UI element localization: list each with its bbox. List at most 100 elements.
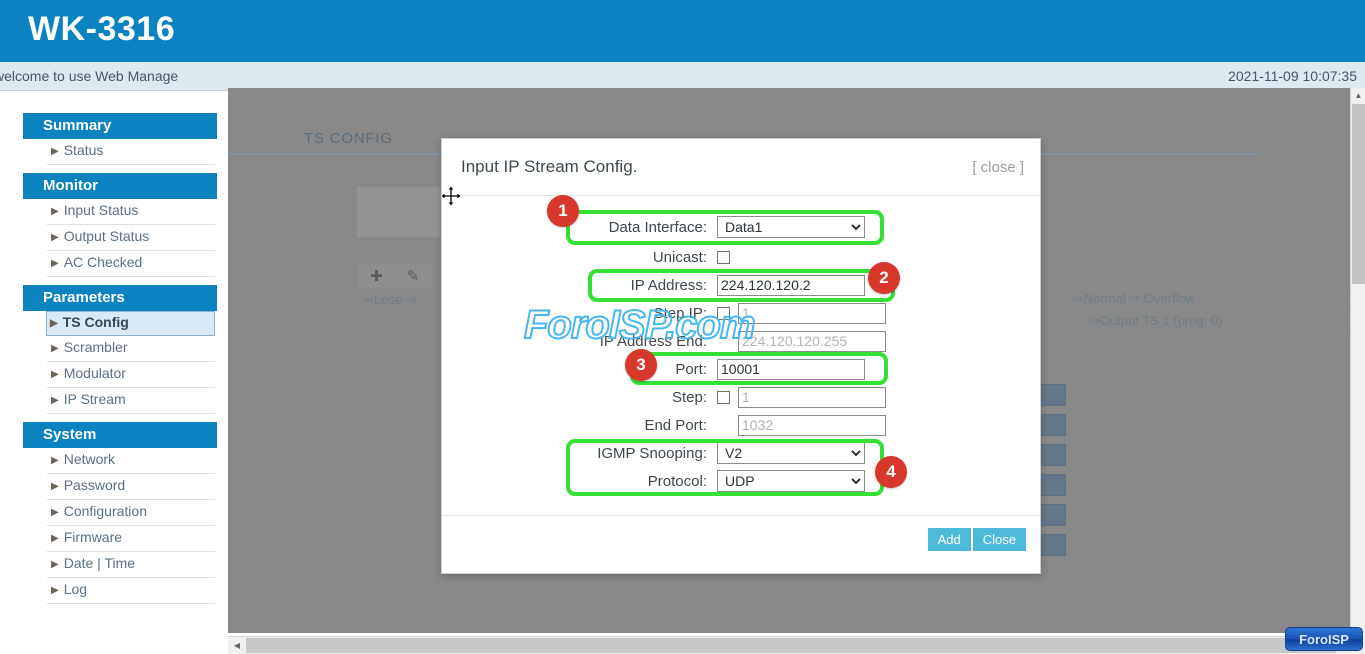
sidebar-item-modulator[interactable]: ▶ Modulator bbox=[47, 362, 215, 388]
ip-address-end-label: IP Address End: bbox=[442, 333, 717, 350]
add-icon[interactable]: ✚ bbox=[358, 264, 395, 288]
sidebar-item-label: Input Status bbox=[64, 202, 139, 218]
caret-right-icon: ▶ bbox=[51, 392, 59, 409]
output-ts-tree-item[interactable]: ⇒Output TS 1 (prog: 0) bbox=[1066, 310, 1349, 334]
sidebar-group-monitor: Monitor bbox=[23, 173, 217, 199]
unicast-label: Unicast: bbox=[442, 249, 717, 266]
sidebar-item-label: Network bbox=[64, 451, 115, 467]
sidebar-item-password[interactable]: ▶ Password bbox=[47, 474, 215, 500]
sidebar-item-label: Password bbox=[64, 477, 125, 493]
input-ip-stream-config-dialog: Input IP Stream Config. [ close ] Data I… bbox=[441, 138, 1041, 574]
port-label: Port: bbox=[442, 361, 717, 378]
vertical-scroll-thumb[interactable] bbox=[1352, 104, 1365, 284]
move-cursor-icon bbox=[441, 186, 461, 206]
vertical-scrollbar[interactable]: ▲ bbox=[1350, 88, 1365, 633]
sidebar-item-label: Scrambler bbox=[64, 339, 128, 355]
unicast-checkbox[interactable] bbox=[717, 251, 730, 264]
sidebar-item-configuration[interactable]: ▶ Configuration bbox=[47, 500, 215, 526]
sidebar-item-output-status[interactable]: ▶Output Status bbox=[47, 225, 215, 251]
sidebar-item-label: IP Stream bbox=[64, 391, 126, 407]
sidebar-item-status[interactable]: ▶Status bbox=[47, 139, 215, 165]
sidebar-item-firmware[interactable]: ▶Firmware bbox=[47, 526, 215, 552]
caret-right-icon: ▶ bbox=[51, 452, 59, 469]
horizontal-scroll-thumb[interactable] bbox=[246, 638, 1336, 653]
sidebar-item-label: Configuration bbox=[64, 503, 147, 519]
caret-right-icon: ▶ bbox=[51, 556, 59, 573]
dialog-body: Data Interface: Data1 Unicast: IP Addres… bbox=[442, 196, 1040, 516]
dialog-title: Input IP Stream Config. bbox=[461, 157, 637, 177]
sidebar-item-ip-stream[interactable]: ▶ IP Stream bbox=[47, 388, 215, 414]
data-interface-select[interactable]: Data1 bbox=[717, 216, 865, 238]
status-strip: welcome to use Web Manage 2021-11-09 10:… bbox=[0, 62, 1365, 91]
sidebar-group-system: System bbox=[23, 422, 217, 448]
field-row-step-ip: Step IP: bbox=[442, 300, 1040, 326]
device-model-title: WK-3316 bbox=[28, 10, 175, 49]
timestamp-label: 2021-11-09 10:07:35 bbox=[1228, 68, 1357, 84]
caret-right-icon: ▶ bbox=[51, 504, 59, 521]
horizontal-scrollbar[interactable]: ◀ bbox=[228, 636, 1350, 654]
callout-4: 4 bbox=[875, 456, 907, 488]
igmp-snooping-select[interactable]: V2 bbox=[717, 442, 865, 464]
field-row-port: Port: bbox=[442, 356, 1040, 382]
sidebar-list-system: ▶ Network ▶ Password ▶ Configuration ▶Firmw… bbox=[23, 448, 217, 604]
field-row-end-port: End Port: bbox=[442, 412, 1040, 438]
dialog-footer: Add Close bbox=[442, 515, 1040, 573]
sidebar-item-scrambler[interactable]: ▶ Scrambler bbox=[47, 336, 215, 362]
igmp-snooping-label: IGMP Snooping: bbox=[442, 445, 717, 462]
caret-right-icon: ▶ bbox=[51, 340, 59, 357]
step-ip-checkbox[interactable] bbox=[717, 307, 730, 320]
step-checkbox[interactable] bbox=[717, 391, 730, 404]
caret-right-icon: ▶ bbox=[51, 530, 59, 547]
close-button[interactable]: Close bbox=[973, 528, 1026, 551]
ip-address-label: IP Address: bbox=[442, 277, 717, 294]
table-toolbar: ✚ ✎ bbox=[358, 264, 432, 288]
caret-right-icon: ▶ bbox=[51, 203, 59, 220]
port-input[interactable] bbox=[717, 359, 865, 380]
sidebar-item-network[interactable]: ▶ Network bbox=[47, 448, 215, 474]
caret-right-icon: ▶ bbox=[51, 143, 59, 160]
caret-right-icon: ▶ bbox=[51, 478, 59, 495]
step-ip-input[interactable] bbox=[738, 303, 886, 324]
welcome-text: welcome to use Web Manage bbox=[0, 68, 178, 84]
callout-1: 1 bbox=[547, 195, 579, 227]
protocol-select[interactable]: UDP bbox=[717, 470, 865, 492]
sidebar-item-ts-config[interactable]: ▶TS Config bbox=[46, 311, 215, 336]
end-port-input[interactable] bbox=[738, 415, 886, 436]
sidebar-item-label: Date | Time bbox=[64, 555, 135, 571]
sidebar-list-parameters: ▶TS Config ▶ Scrambler ▶ Modulator ▶ IP Str… bbox=[23, 311, 217, 414]
watermark-badge: ForoISP bbox=[1285, 627, 1363, 651]
sidebar-list-summary: ▶Status bbox=[23, 139, 217, 165]
caret-right-icon: ▶ bbox=[51, 255, 59, 272]
field-row-unicast: Unicast: bbox=[442, 244, 1040, 270]
sidebar-item-label: AC Checked bbox=[64, 254, 143, 270]
field-row-igmp-snooping: IGMP Snooping: V2 bbox=[442, 440, 1040, 466]
sidebar-item-label: Log bbox=[64, 581, 87, 597]
sidebar-item-log[interactable]: ▶ Log bbox=[47, 578, 215, 604]
field-row-protocol: Protocol: UDP bbox=[442, 468, 1040, 494]
edit-pencil-icon[interactable]: ✎ bbox=[395, 264, 432, 288]
field-row-ip-address: IP Address: bbox=[442, 272, 1040, 298]
callout-3: 3 bbox=[625, 349, 657, 381]
caret-right-icon: ▶ bbox=[51, 366, 59, 383]
sidebar-item-ac-checked[interactable]: ▶ AC Checked bbox=[47, 251, 215, 277]
sidebar-item-input-status[interactable]: ▶ Input Status bbox=[47, 199, 215, 225]
sidebar-item-label: Output Status bbox=[64, 228, 150, 244]
scroll-left-arrow-icon[interactable]: ◀ bbox=[230, 637, 244, 654]
step-input[interactable] bbox=[738, 387, 886, 408]
sidebar-item-label: Modulator bbox=[64, 365, 126, 381]
add-button[interactable]: Add bbox=[928, 528, 971, 551]
close-link[interactable]: [ close ] bbox=[972, 159, 1024, 176]
step-label: Step: bbox=[442, 389, 717, 406]
ip-address-end-input[interactable] bbox=[738, 331, 886, 352]
data-interface-label: Data Interface: bbox=[442, 219, 717, 236]
scroll-up-arrow-icon[interactable]: ▲ bbox=[1351, 88, 1365, 103]
caret-right-icon: ▶ bbox=[50, 315, 58, 332]
field-row-ip-address-end: IP Address End: bbox=[442, 328, 1040, 354]
sidebar-list-monitor: ▶ Input Status ▶Output Status ▶ AC Checked bbox=[23, 199, 217, 277]
ip-address-input[interactable] bbox=[717, 275, 865, 296]
dialog-header: Input IP Stream Config. [ close ] bbox=[442, 139, 1040, 196]
sidebar-item-date-time[interactable]: ▶ Date | Time bbox=[47, 552, 215, 578]
field-row-step: Step: bbox=[442, 384, 1040, 410]
callout-2: 2 bbox=[868, 262, 900, 294]
caret-right-icon: ▶ bbox=[51, 582, 59, 599]
